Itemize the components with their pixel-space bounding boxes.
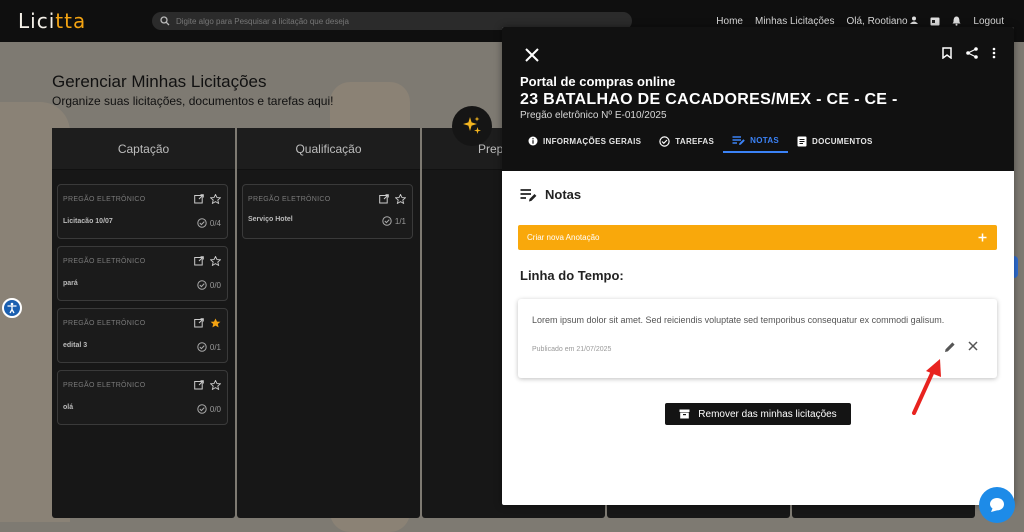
card-name: Serviço Hotel — [248, 216, 293, 223]
search-icon — [160, 16, 170, 26]
user-icon — [910, 16, 919, 24]
card-type: PREGÃO ELETRÔNICO — [63, 320, 146, 327]
task-count: 0/1 — [197, 342, 221, 352]
kanban-column-qualificacao: Qualificação PREGÃO ELETRÔNICO Serviço H… — [237, 128, 420, 518]
tab-tarefas[interactable]: TAREFAS — [650, 129, 723, 153]
timeline-heading: Linha do Tempo: — [520, 268, 624, 283]
check-circle-icon — [197, 218, 207, 228]
star-filled-icon[interactable] — [210, 318, 221, 328]
page-title: Gerenciar Minhas Licitações — [52, 72, 267, 91]
bid-card[interactable]: PREGÃO ELETRÔNICO edital 3 0/1 — [57, 308, 228, 363]
task-count: 0/4 — [197, 218, 221, 228]
chat-button[interactable] — [979, 487, 1015, 523]
open-external-icon[interactable] — [194, 256, 204, 266]
red-arrow-annotation — [912, 359, 941, 415]
kanban-column-captacao: Captação PREGÃO ELETRÔNICO Licitacão 10/… — [52, 128, 235, 518]
card-type: PREGÃO ELETRÔNICO — [63, 258, 146, 265]
check-circle-icon — [382, 216, 392, 226]
open-external-icon[interactable] — [194, 380, 204, 390]
card-name: pará — [63, 280, 78, 287]
page-subtitle: Organize suas licitações, documentos e t… — [52, 94, 334, 108]
bell-icon[interactable] — [952, 16, 961, 26]
open-external-icon[interactable] — [194, 194, 204, 204]
column-title: Qualificação — [237, 128, 420, 170]
info-icon — [528, 136, 538, 146]
close-icon — [525, 48, 539, 62]
notes-icon — [520, 188, 537, 201]
accessibility-button[interactable] — [2, 298, 22, 318]
star-outline-icon[interactable] — [395, 194, 406, 204]
tab-notas[interactable]: NOTAS — [723, 129, 789, 153]
notes-heading: Notas — [520, 187, 581, 202]
card-type: PREGÃO ELETRÔNICO — [63, 382, 146, 389]
document-icon — [797, 136, 807, 146]
app-logo[interactable]: Licitta — [18, 9, 86, 33]
card-type: PREGÃO ELETRÔNICO — [63, 196, 146, 203]
star-outline-icon[interactable] — [210, 380, 221, 390]
check-circle-icon — [197, 280, 207, 290]
chat-bubble-icon — [990, 498, 1004, 512]
plus-icon — [978, 233, 987, 242]
search-input[interactable] — [176, 16, 596, 26]
bid-card[interactable]: PREGÃO ELETRÔNICO pará 0/0 — [57, 246, 228, 301]
nav-profile[interactable]: Olá, Rootiano — [846, 16, 919, 27]
tab-documentos[interactable]: DOCUMENTOS — [788, 129, 882, 153]
more-vertical-icon[interactable] — [992, 47, 996, 59]
create-note-button[interactable]: Criar nova Anotação — [518, 225, 997, 250]
remove-from-my-bids-button[interactable]: Remover das minhas licitações — [665, 403, 851, 425]
column-title: Captação — [52, 128, 235, 170]
card-type: PREGÃO ELETRÔNICO — [248, 196, 331, 203]
task-count: 1/1 — [382, 216, 406, 226]
card-name: olá — [63, 404, 74, 411]
task-count: 0/0 — [197, 404, 221, 414]
note-text: Lorem ipsum dolor sit amet. Sed reiciend… — [532, 315, 945, 325]
open-external-icon[interactable] — [194, 318, 204, 328]
bid-detail-panel: Portal de compras online 23 BATALHAO DE … — [502, 27, 1014, 505]
nav-logout[interactable]: Logout — [973, 16, 1004, 27]
portal-name: Portal de compras online — [520, 74, 676, 89]
panel-header: Portal de compras online 23 BATALHAO DE … — [502, 27, 1014, 171]
nav-my-bids[interactable]: Minhas Licitações — [755, 16, 834, 27]
edit-pencil-icon[interactable] — [944, 341, 956, 353]
bid-card[interactable]: PREGÃO ELETRÔNICO olá 0/0 — [57, 370, 228, 425]
id-card-icon[interactable] — [930, 17, 940, 26]
card-name: Licitacão 10/07 — [63, 218, 113, 225]
bid-card[interactable]: PREGÃO ELETRÔNICO Licitacão 10/07 0/4 — [57, 184, 228, 239]
accessibility-icon — [7, 302, 17, 314]
share-icon[interactable] — [966, 47, 978, 59]
archive-icon — [679, 409, 690, 419]
star-outline-icon[interactable] — [210, 256, 221, 266]
tab-informacoes-gerais[interactable]: INFORMAÇÕES GERAIS — [520, 129, 650, 153]
sparkles-icon — [463, 116, 481, 134]
delete-x-icon[interactable] — [968, 341, 978, 351]
bid-card[interactable]: PREGÃO ELETRÔNICO Serviço Hotel 1/1 — [242, 184, 413, 239]
bookmark-icon[interactable] — [942, 47, 952, 59]
notes-icon — [732, 135, 745, 145]
close-button[interactable] — [522, 45, 542, 65]
task-count: 0/0 — [197, 280, 221, 290]
bid-number: Pregão eletrônico Nº E-010/2025 — [520, 110, 667, 121]
ai-assistant-button[interactable] — [452, 106, 492, 146]
card-name: edital 3 — [63, 342, 88, 349]
check-circle-icon — [659, 135, 670, 147]
open-external-icon[interactable] — [379, 194, 389, 204]
check-circle-icon — [197, 404, 207, 414]
star-outline-icon[interactable] — [210, 194, 221, 204]
note-date: Publicado em 21/07/2025 — [532, 346, 612, 353]
check-circle-icon — [197, 342, 207, 352]
panel-tabs: INFORMAÇÕES GERAIS TAREFAS NOTAS DOCUMEN… — [520, 129, 882, 153]
organization-name: 23 BATALHAO DE CACADORES/MEX - CE - CE - — [520, 91, 898, 108]
nav-home[interactable]: Home — [716, 16, 743, 27]
